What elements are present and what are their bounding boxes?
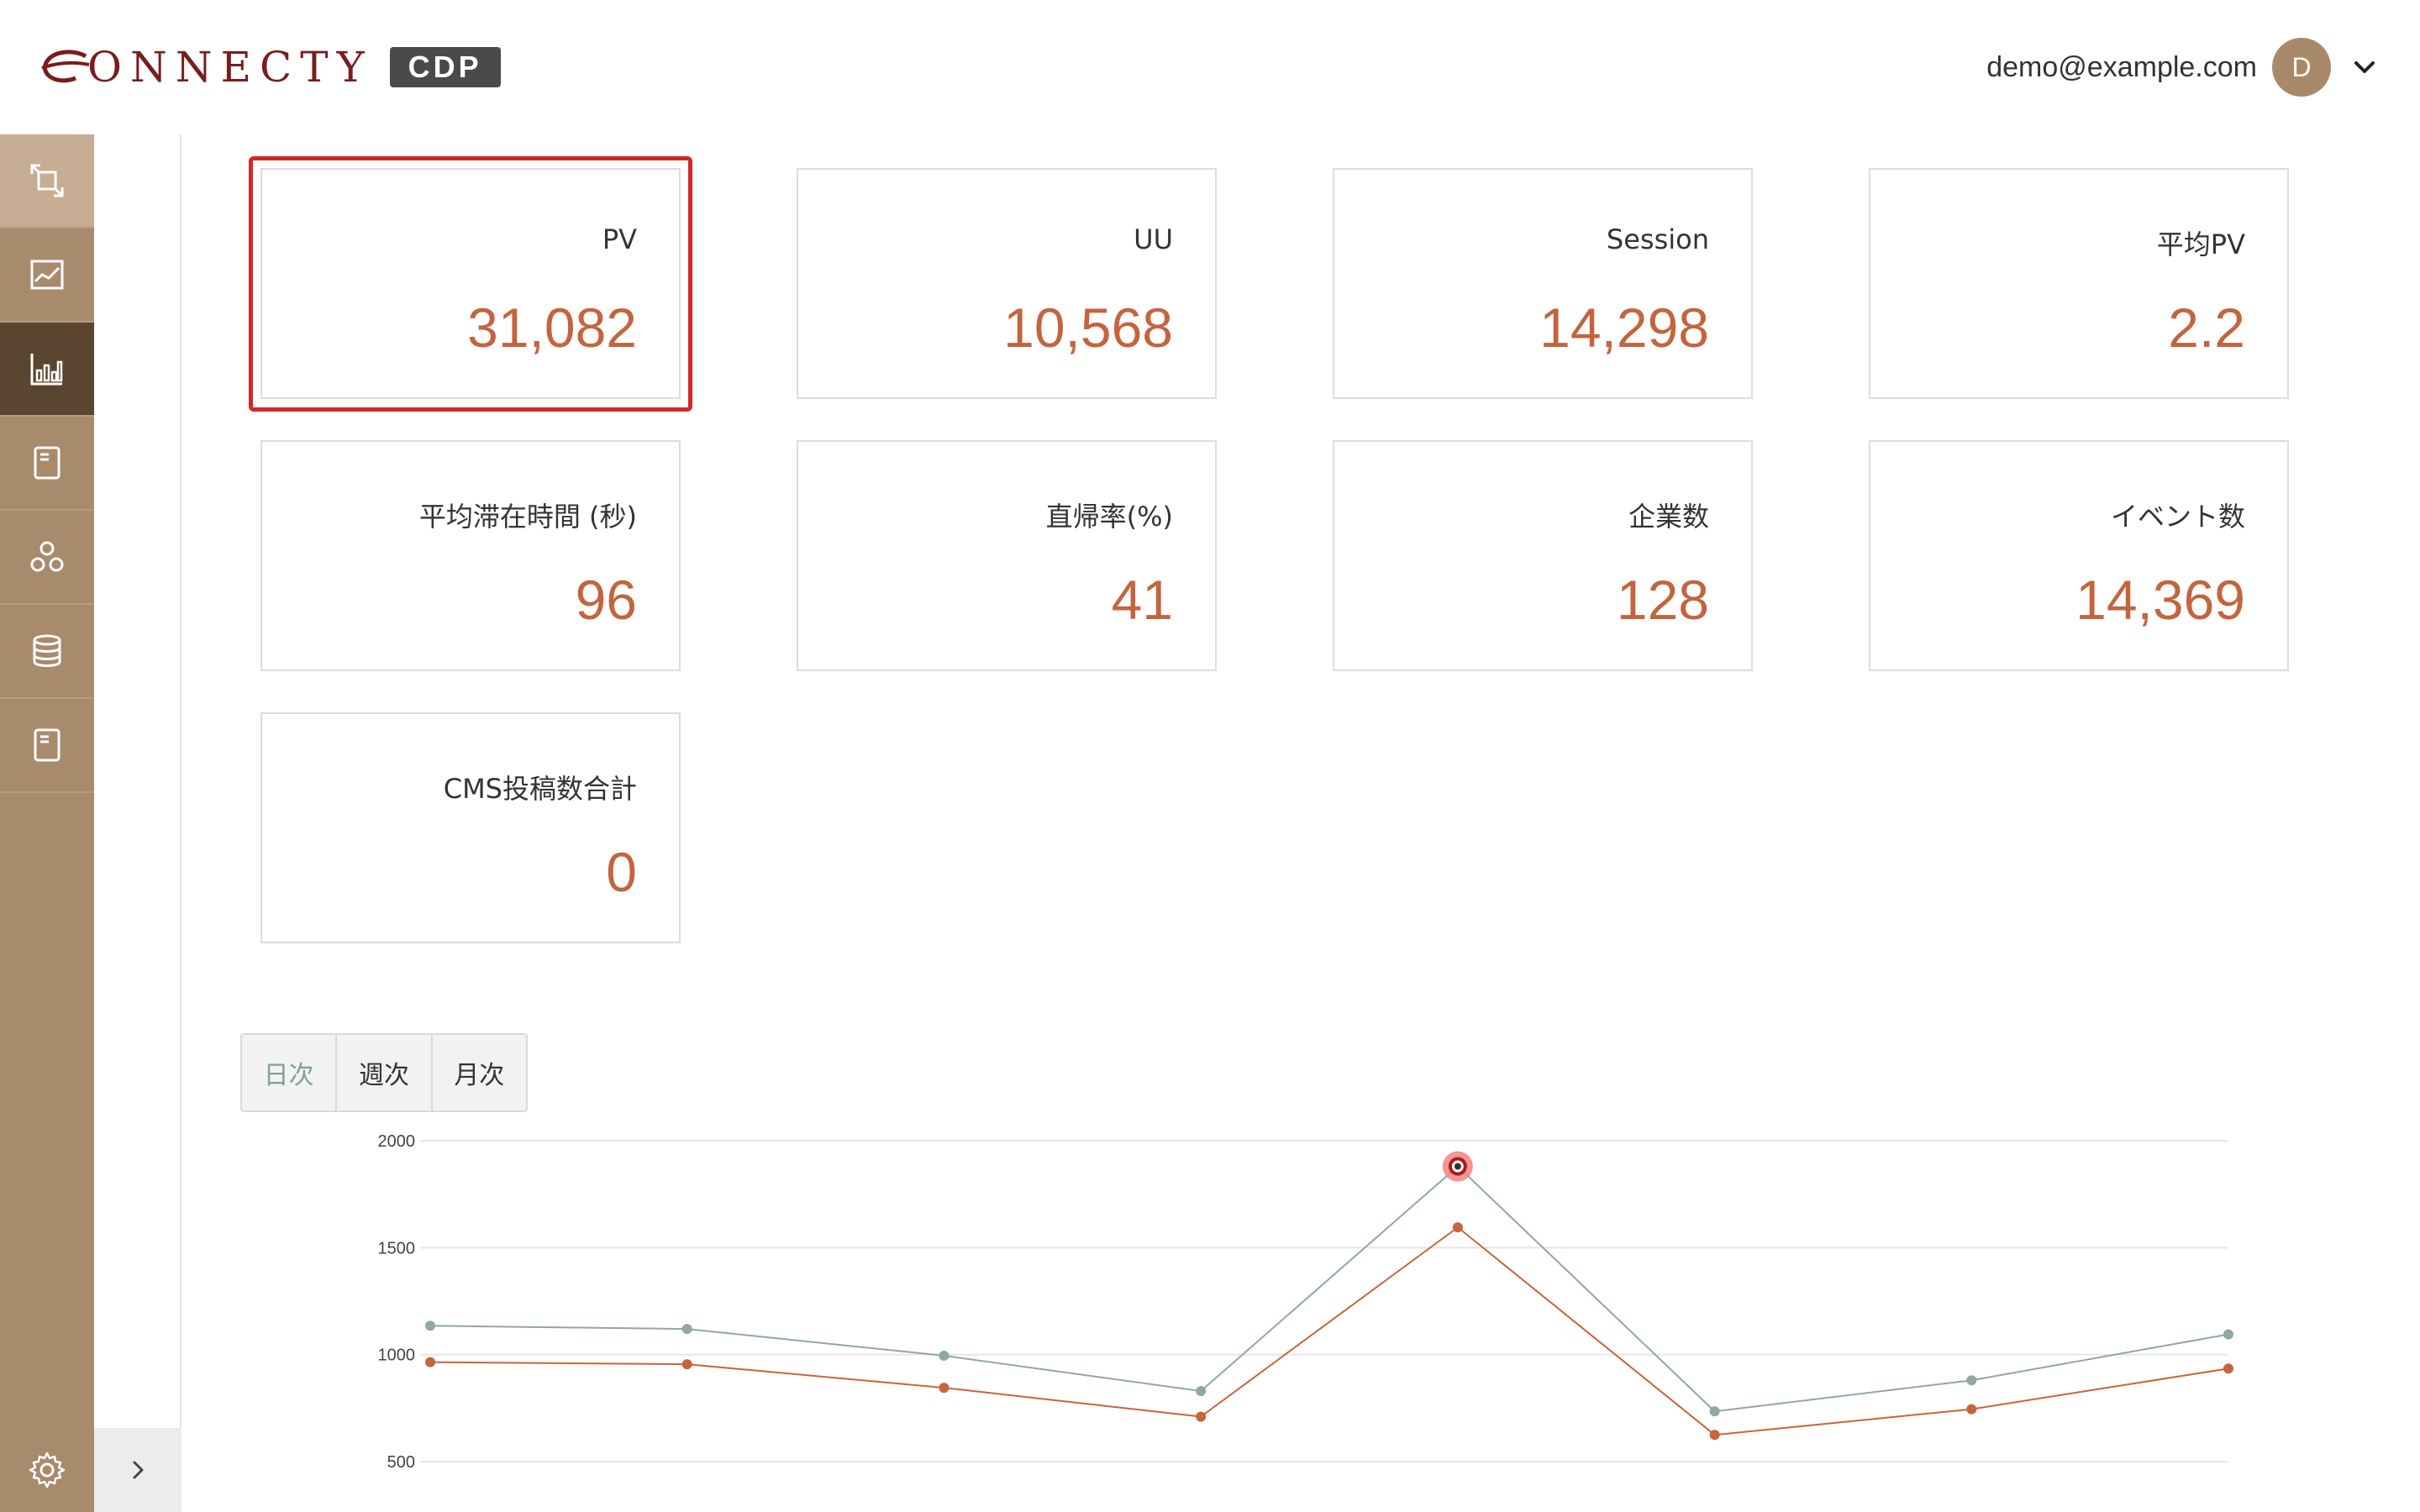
period-weekly-button[interactable]: 週次 — [337, 1035, 433, 1110]
metric-value: 31,082 — [467, 297, 637, 359]
sidebar-item-document[interactable] — [0, 417, 94, 511]
metric-label: CMS投稿数合計 — [443, 773, 637, 805]
metric-label: PV — [602, 223, 637, 255]
network-icon — [30, 541, 64, 572]
data-point[interactable] — [1966, 1375, 1977, 1386]
document-icon — [34, 446, 60, 480]
chevron-right-icon — [133, 1461, 144, 1479]
data-point[interactable] — [425, 1320, 435, 1331]
sidebar-item-network[interactable] — [0, 511, 94, 605]
period-daily-button[interactable]: 日次 — [242, 1035, 338, 1110]
metric-label: 直帰率(%) — [1045, 501, 1173, 533]
metric-label: 企業数 — [1628, 501, 1709, 533]
data-point[interactable] — [939, 1383, 950, 1394]
logo-badge: CDP — [389, 47, 501, 87]
metric-card-avg-duration[interactable]: 平均滞在時間 (秒) 96 — [260, 440, 681, 671]
metric-card-pv[interactable]: PV 31,082 — [260, 168, 681, 399]
data-point[interactable] — [681, 1359, 692, 1370]
metric-value: 14,369 — [2075, 569, 2245, 631]
line-chart: 2000 1500 1000 500 — [378, 1132, 2233, 1472]
sidebar — [0, 134, 94, 1512]
data-point[interactable] — [2223, 1363, 2233, 1374]
database-icon — [33, 634, 61, 667]
chevron-down-icon[interactable] — [2348, 50, 2381, 84]
metric-card-cms-posts[interactable]: CMS投稿数合計 0 — [260, 712, 681, 943]
metric-card-companies[interactable]: 企業数 128 — [1333, 440, 1753, 671]
user-email: demo@example.com — [1986, 50, 2257, 83]
data-point[interactable] — [2223, 1329, 2233, 1340]
y-tick-label: 1000 — [378, 1347, 416, 1365]
y-tick-label: 500 — [387, 1453, 415, 1472]
avatar[interactable]: D — [2272, 38, 2331, 97]
series-line-0 — [429, 1165, 2229, 1413]
metric-card-session[interactable]: Session 14,298 — [1333, 168, 1753, 399]
gear-icon — [29, 1452, 66, 1488]
document-icon — [34, 728, 60, 762]
period-monthly-button[interactable]: 月次 — [433, 1035, 526, 1110]
transfer-icon — [30, 164, 64, 197]
y-tick-label: 1500 — [378, 1239, 416, 1257]
data-point[interactable] — [681, 1324, 692, 1335]
logo-swirl-icon — [41, 50, 90, 83]
metric-value: 0 — [606, 841, 637, 903]
sidebar-item-database[interactable] — [0, 605, 94, 699]
data-point[interactable] — [1709, 1430, 1720, 1441]
y-tick-label: 2000 — [378, 1132, 416, 1151]
data-point[interactable] — [1196, 1385, 1207, 1396]
data-point[interactable] — [1452, 1222, 1463, 1233]
metric-value: 2.2 — [2168, 297, 2245, 359]
metric-label: イベント数 — [2110, 501, 2245, 533]
period-toggle: 日次 週次 月次 — [240, 1033, 528, 1112]
line-chart-icon — [30, 260, 64, 290]
user-menu[interactable]: demo@example.com D — [1986, 35, 2381, 99]
metric-card-uu[interactable]: UU 10,568 — [797, 168, 1217, 399]
metric-value: 14,298 — [1539, 297, 1709, 359]
metric-label: 平均PV — [2156, 228, 2245, 260]
metric-card-bounce-rate[interactable]: 直帰率(%) 41 — [797, 440, 1217, 671]
sidebar-item-analytics[interactable] — [0, 228, 94, 323]
highlight-point-center — [1454, 1163, 1461, 1170]
metric-value: 96 — [575, 569, 637, 631]
app-header: ONNECTY CDP demo@example.com D — [0, 0, 2420, 134]
sidebar-collapse-button[interactable] — [94, 1428, 182, 1512]
metric-card-events[interactable]: イベント数 14,369 — [1869, 440, 2289, 671]
logo-text: ONNECTY — [87, 43, 373, 92]
sidebar-item-transfer[interactable] — [0, 134, 94, 228]
data-point[interactable] — [1196, 1411, 1207, 1422]
metric-label: UU — [1134, 223, 1173, 255]
data-point[interactable] — [1709, 1406, 1720, 1417]
data-point[interactable] — [1966, 1404, 1977, 1415]
data-point[interactable] — [939, 1350, 950, 1361]
bar-chart-icon — [30, 354, 63, 386]
data-point[interactable] — [425, 1357, 435, 1368]
metric-value: 10,568 — [1003, 297, 1173, 359]
connecty-logo[interactable]: ONNECTY CDP — [39, 44, 501, 91]
metric-value: 128 — [1616, 569, 1709, 631]
settings-button[interactable] — [0, 1428, 94, 1512]
metric-label: Session — [1606, 223, 1709, 255]
sidebar-item-report[interactable] — [0, 323, 94, 417]
sidebar-item-document-2[interactable] — [0, 699, 94, 793]
metric-card-avg-pv[interactable]: 平均PV 2.2 — [1869, 168, 2289, 399]
metric-label: 平均滞在時間 (秒) — [418, 501, 637, 533]
metric-value: 41 — [1111, 569, 1173, 631]
content-divider — [180, 134, 182, 1428]
